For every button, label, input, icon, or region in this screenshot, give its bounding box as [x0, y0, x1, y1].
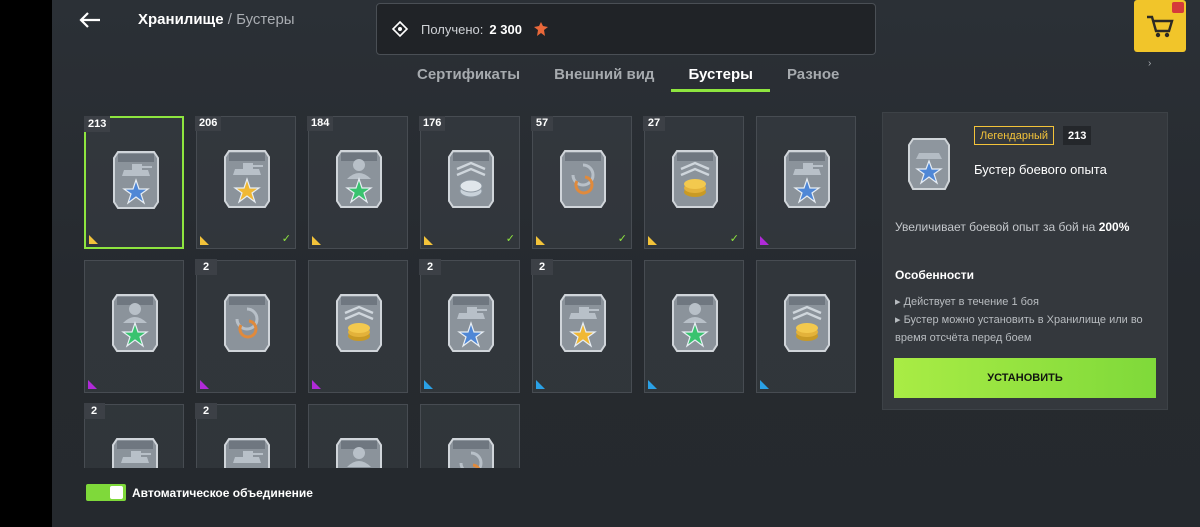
tab-boosters[interactable]: Бустеры [671, 60, 770, 92]
breadcrumb-root[interactable]: Хранилище [138, 11, 224, 28]
features-list: ▸ Действует в течение 1 боя ▸ Бустер мож… [895, 293, 1165, 347]
rarity-corner [760, 380, 769, 389]
booster-count: 184 [307, 116, 334, 131]
booster-count: 2 [531, 259, 553, 275]
booster-card[interactable]: 2 [84, 403, 184, 468]
breadcrumb-separator: / [227, 11, 232, 28]
booster-card[interactable]: 213 [84, 116, 184, 249]
booster-card[interactable] [756, 260, 856, 393]
booster-count: 2 [419, 259, 441, 275]
booster-card[interactable] [308, 404, 408, 468]
booster-card[interactable]: 57 ✓ [531, 116, 632, 249]
tab-bar: Сертификаты Внешний вид Бустеры Разное [400, 60, 856, 94]
feature-item: ▸ Действует в течение 1 боя [895, 296, 1040, 308]
rarity-corner [648, 236, 657, 245]
booster-count: 2 [84, 403, 105, 419]
booster-card[interactable]: 2 [419, 259, 520, 393]
received-banner: Получено: 2 300 [376, 3, 876, 55]
rarity-corner [200, 380, 209, 389]
booster-details-panel: Легендарный 213 Бустер боевого опыта Уве… [882, 112, 1168, 410]
booster-count: 57 [531, 116, 553, 131]
booster-card[interactable] [308, 260, 408, 393]
rarity-corner [536, 236, 545, 245]
booster-card[interactable]: 2 [195, 403, 296, 468]
chevron-right-icon: › [1148, 58, 1152, 69]
booster-count: 2 [195, 259, 217, 275]
tab-misc[interactable]: Разное [770, 60, 856, 92]
breadcrumb: Хранилище / Бустеры [138, 11, 295, 28]
booster-card[interactable] [84, 260, 184, 393]
feature-item: ▸ Бустер можно установить в Хранилище ил… [895, 314, 1143, 344]
description-text: Увеличивает боевой опыт за бой на [895, 220, 1096, 234]
active-check-icon: ✓ [617, 233, 627, 245]
booster-count: 206 [195, 116, 222, 131]
shop-notification-badge [1172, 2, 1184, 13]
install-button[interactable]: УСТАНОВИТЬ [894, 358, 1156, 398]
booster-card[interactable] [420, 404, 520, 468]
booster-coin-icon [533, 22, 548, 36]
booster-card[interactable]: 27 ✓ [643, 116, 744, 249]
booster-count: 2 [195, 403, 217, 419]
tab-appearance[interactable]: Внешний вид [537, 60, 671, 92]
features-title: Особенности [895, 268, 975, 282]
selected-booster-icon [908, 138, 950, 190]
breadcrumb-current: Бустеры [236, 11, 295, 28]
rarity-corner [760, 236, 769, 245]
active-check-icon: ✓ [729, 233, 739, 245]
rarity-corner [424, 236, 433, 245]
cart-icon [1147, 15, 1174, 38]
booster-grid: 213 206 ✓ 184 176 ✓ 57 ✓ 27 ✓ 2 2 2 2 2 [84, 116, 858, 468]
booster-card[interactable] [756, 116, 856, 249]
active-check-icon: ✓ [281, 233, 291, 245]
active-check-icon: ✓ [505, 233, 515, 245]
booster-count: 176 [419, 116, 446, 131]
booster-card[interactable]: 184 [307, 116, 408, 249]
rarity-corner [648, 380, 657, 389]
rarity-corner [312, 380, 321, 389]
booster-count: 27 [643, 116, 665, 131]
booster-card[interactable]: 206 ✓ [195, 116, 296, 249]
toggle-knob [110, 486, 123, 499]
booster-name: Бустер боевого опыта [974, 162, 1107, 177]
rarity-badge: Легендарный [974, 126, 1055, 145]
rarity-corner [312, 236, 321, 245]
rarity-corner [88, 380, 97, 389]
target-icon [391, 20, 409, 38]
booster-description: Увеличивает боевой опыт за бой на 200% [895, 220, 1129, 234]
rarity-corner [200, 236, 209, 245]
rarity-corner [424, 380, 433, 389]
description-value: 200% [1098, 220, 1130, 234]
auto-merge-toggle[interactable] [86, 484, 126, 501]
booster-card[interactable]: 2 [195, 259, 296, 393]
booster-card[interactable] [644, 260, 744, 393]
booster-count-badge: 213 [1063, 126, 1092, 145]
rarity-corner [89, 235, 98, 244]
auto-merge-label: Автоматическое объединение [132, 486, 313, 500]
booster-card[interactable]: 176 ✓ [419, 116, 520, 249]
booster-card[interactable]: 2 [531, 259, 632, 393]
rarity-corner [536, 380, 545, 389]
shop-button[interactable] [1134, 0, 1186, 52]
received-value: 2 300 [489, 21, 522, 37]
tab-certificates[interactable]: Сертификаты [400, 60, 537, 92]
received-label: Получено: [421, 21, 484, 37]
back-arrow-icon[interactable] [78, 10, 102, 30]
booster-count: 213 [84, 116, 111, 132]
